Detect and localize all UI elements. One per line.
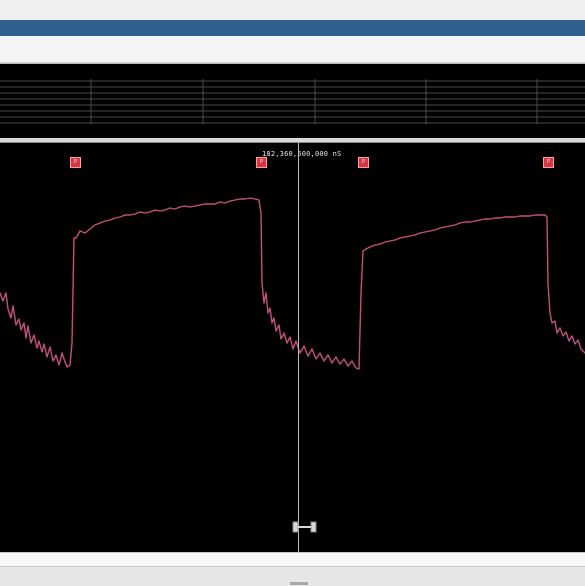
scope-view[interactable]: 182,360,500,000 nS P P P P [0,142,585,553]
signal-trace [0,197,585,370]
window-title-bar [0,20,585,36]
time-cursor-line[interactable] [298,143,299,553]
track-grid [0,79,585,124]
toolbar-band [0,36,585,63]
top-strip [0,0,585,21]
status-band [0,552,585,567]
cursor-drag-handle-icon[interactable] [292,521,317,533]
track-panel [0,63,585,139]
